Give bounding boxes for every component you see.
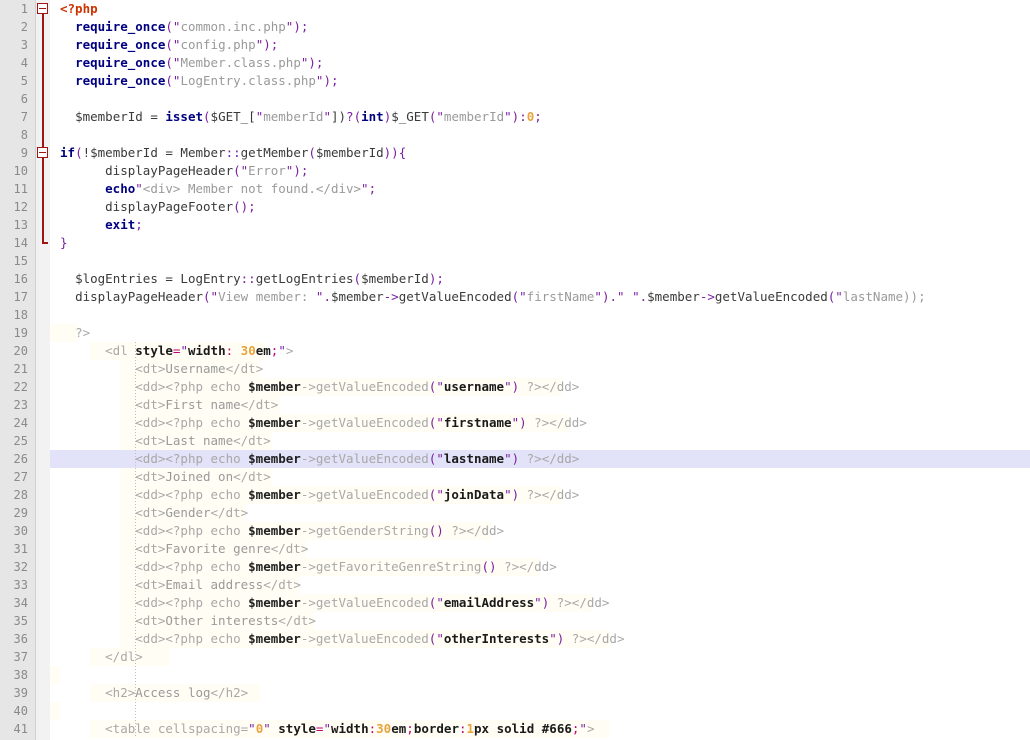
code-line[interactable]: displayPageFooter();	[50, 198, 1030, 216]
line-number: 12	[13, 200, 28, 214]
line-number: 3	[20, 38, 28, 52]
code-line[interactable]: <?php	[50, 0, 1030, 18]
code-line[interactable]: require_once("LogEntry.class.php");	[50, 72, 1030, 90]
code-content-area[interactable]: <?php require_once("common.inc.php"); re…	[50, 0, 1030, 740]
fold-minus-icon[interactable]	[37, 147, 48, 158]
code-line[interactable]	[50, 702, 1030, 720]
code-line[interactable]: <dd><?php echo $member->getValueEncoded(…	[50, 486, 1030, 504]
fold-end-icon	[42, 242, 48, 244]
line-number: 9	[20, 146, 28, 160]
line-number: 28	[13, 488, 28, 502]
code-line[interactable]: <dt>Last name</dt>	[50, 432, 1030, 450]
code-line[interactable]: <dt>Favorite genre</dt>	[50, 540, 1030, 558]
line-number: 22	[13, 380, 28, 394]
line-number: 38	[13, 668, 28, 682]
line-number: 4	[20, 56, 28, 70]
line-number: 20	[13, 344, 28, 358]
code-folding-column[interactable]	[36, 0, 50, 740]
code-line[interactable]: displayPageHeader("View member: ".$membe…	[50, 288, 1030, 306]
code-line[interactable]	[50, 306, 1030, 324]
line-number: 10	[13, 164, 28, 178]
line-number: 35	[13, 614, 28, 628]
code-line[interactable]: <dt>First name</dt>	[50, 396, 1030, 414]
code-line[interactable]: <dd><?php echo $member->getValueEncoded(…	[50, 414, 1030, 432]
line-number: 24	[13, 416, 28, 430]
code-line[interactable]: <dt>Joined on</dt>	[50, 468, 1030, 486]
line-number: 34	[13, 596, 28, 610]
line-number: 15	[13, 254, 28, 268]
line-number: 30	[13, 524, 28, 538]
code-line[interactable]: <dd><?php echo $member->getGenderString(…	[50, 522, 1030, 540]
code-line[interactable]: }	[50, 234, 1030, 252]
code-line[interactable]	[50, 126, 1030, 144]
code-line[interactable]: <h2>Access log</h2>	[50, 684, 1030, 702]
code-line[interactable]: displayPageHeader("Error");	[50, 162, 1030, 180]
line-number: 17	[13, 290, 28, 304]
code-line[interactable]	[50, 252, 1030, 270]
code-line[interactable]: require_once("config.php");	[50, 36, 1030, 54]
line-number: 25	[13, 434, 28, 448]
line-number: 5	[20, 74, 28, 88]
code-line[interactable]: require_once("Member.class.php");	[50, 54, 1030, 72]
line-number: 31	[13, 542, 28, 556]
line-number: 11	[13, 182, 28, 196]
code-line[interactable]: <dd><?php echo $member->getValueEncoded(…	[50, 630, 1030, 648]
line-number: 33	[13, 578, 28, 592]
code-line[interactable]: <dt>Username</dt>	[50, 360, 1030, 378]
line-number: 27	[13, 470, 28, 484]
line-number: 23	[13, 398, 28, 412]
code-line[interactable]: <dl style="width: 30em;">	[50, 342, 1030, 360]
code-line[interactable]	[50, 666, 1030, 684]
code-line[interactable]: <dt>Other interests</dt>	[50, 612, 1030, 630]
line-number: 16	[13, 272, 28, 286]
code-line[interactable]: exit;	[50, 216, 1030, 234]
line-number: 19	[13, 326, 28, 340]
line-number: 26	[13, 452, 28, 466]
code-line[interactable]: ?>	[50, 324, 1030, 342]
line-number: 37	[13, 650, 28, 664]
line-number: 14	[13, 236, 28, 250]
line-number: 21	[13, 362, 28, 376]
fold-minus-icon[interactable]	[37, 3, 48, 14]
line-number: 1	[20, 2, 28, 16]
code-line[interactable]: <dd><?php echo $member->getValueEncoded(…	[50, 378, 1030, 396]
line-number: 39	[13, 686, 28, 700]
code-line[interactable]: echo"<div> Member not found.</div>";	[50, 180, 1030, 198]
line-number: 18	[13, 308, 28, 322]
code-line[interactable]: $logEntries = LogEntry::getLogEntries($m…	[50, 270, 1030, 288]
code-line[interactable]: </dl>	[50, 648, 1030, 666]
code-line[interactable]: <dt>Gender</dt>	[50, 504, 1030, 522]
line-number: 2	[20, 20, 28, 34]
line-number: 6	[20, 92, 28, 106]
fold-guide-line	[42, 13, 44, 242]
line-number-gutter: 1 2 3 4 5 6 7 8 9 10 11 12 13 14 15 16 17 18 19 20 21 22 23 24 2…	[0, 0, 36, 740]
code-editor[interactable]: 1 2 3 4 5 6 7 8 9 10 11 12 13 14 15 16 17 18 19 20 21 22 23 24 2…	[0, 0, 1030, 740]
line-number: 29	[13, 506, 28, 520]
line-number: 7	[20, 110, 28, 124]
code-line[interactable]: <dd><?php echo $member->getValueEncoded(…	[50, 450, 1030, 468]
code-line[interactable]: if(!$memberId = Member::getMember($membe…	[50, 144, 1030, 162]
line-number: 36	[13, 632, 28, 646]
code-line[interactable]: $memberId = isset($GET_["memberId"])?(in…	[50, 108, 1030, 126]
code-line[interactable]: <table cellspacing="0" style="width:30em…	[50, 720, 1030, 738]
line-number: 41	[13, 722, 28, 736]
code-line[interactable]: require_once("common.inc.php");	[50, 18, 1030, 36]
code-line[interactable]: <dd><?php echo $member->getFavoriteGenre…	[50, 558, 1030, 576]
line-number: 32	[13, 560, 28, 574]
code-line[interactable]: <dt>Email address</dt>	[50, 576, 1030, 594]
line-number: 40	[13, 704, 28, 718]
line-number: 8	[20, 128, 28, 142]
code-line[interactable]: <dd><?php echo $member->getValueEncoded(…	[50, 594, 1030, 612]
code-line[interactable]	[50, 90, 1030, 108]
line-number: 13	[13, 218, 28, 232]
